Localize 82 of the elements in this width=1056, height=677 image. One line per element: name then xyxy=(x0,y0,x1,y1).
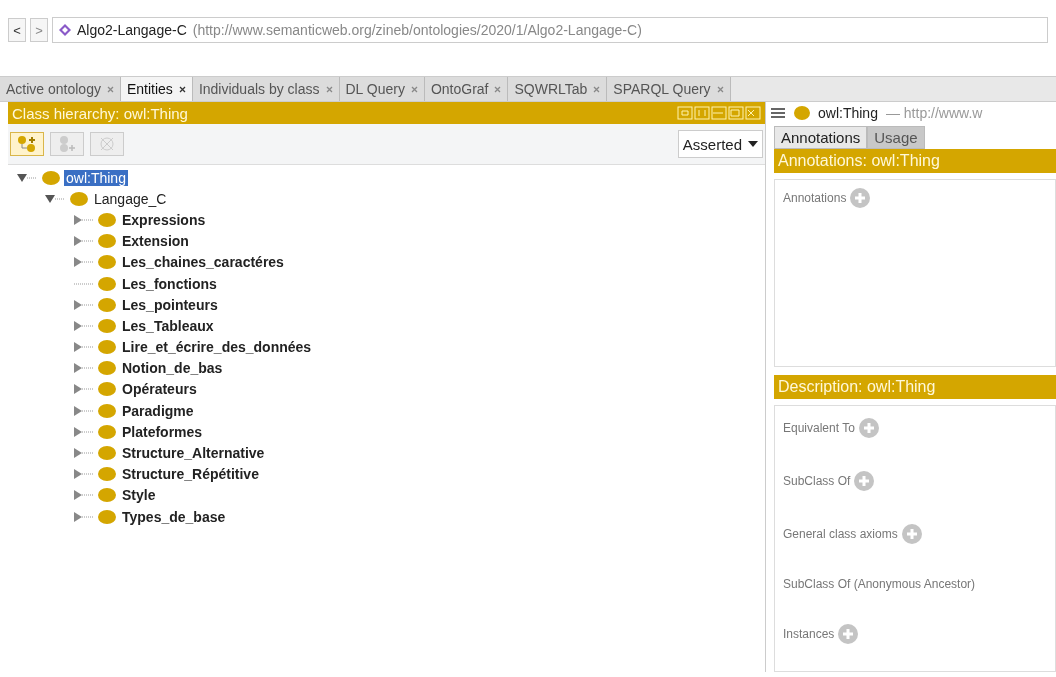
class-icon xyxy=(98,234,116,249)
expand-icon[interactable] xyxy=(72,256,94,269)
tree-item[interactable]: Expressions xyxy=(120,211,208,228)
tree-item[interactable]: Notion_de_bas xyxy=(120,360,225,377)
tab[interactable]: Individuals by class xyxy=(192,77,340,101)
caret-icon xyxy=(748,141,758,147)
menu-icon[interactable] xyxy=(770,107,786,119)
expand-icon[interactable] xyxy=(72,213,94,226)
class-icon xyxy=(98,509,116,524)
tab[interactable]: SPARQL Query xyxy=(607,77,731,101)
tree-item[interactable]: Extension xyxy=(120,233,191,250)
tree-item[interactable]: Les_fonctions xyxy=(120,275,219,292)
expand-icon[interactable] xyxy=(72,319,94,332)
expand-icon[interactable] xyxy=(72,341,94,354)
expand-icon[interactable] xyxy=(72,447,94,460)
tree-item[interactable]: Langage_C xyxy=(92,190,169,207)
back-button[interactable]: < xyxy=(8,18,26,42)
class-icon xyxy=(98,276,116,291)
tree-item[interactable]: Style xyxy=(120,487,158,504)
class-icon xyxy=(98,403,116,418)
tree-item[interactable]: Structure_Répétitive xyxy=(120,466,261,483)
class-icon xyxy=(98,446,116,461)
class-icon xyxy=(98,424,116,439)
expand-icon[interactable] xyxy=(72,510,94,523)
entity-iri: — http://www.w xyxy=(885,105,983,121)
tree-item[interactable]: Les_pointeurs xyxy=(120,296,220,313)
ontology-iri: (http://www.semanticweb.org/zineb/ontologies/2020/1/Algo2-Langage-C) xyxy=(192,22,642,38)
tree-item[interactable]: owl:Thing xyxy=(64,169,128,186)
tab[interactable]: Entities xyxy=(120,77,193,101)
tree-item[interactable]: Les_Tableaux xyxy=(120,317,216,334)
section-label: SubClass Of xyxy=(783,474,851,488)
ontology-name: Algo2-Langage-C xyxy=(77,22,187,38)
expand-icon[interactable] xyxy=(72,298,94,311)
expand-icon[interactable] xyxy=(72,425,94,438)
expand-icon[interactable] xyxy=(72,235,94,248)
delete-icon xyxy=(98,135,116,153)
entity-name: owl:Thing xyxy=(818,105,878,121)
tree-item[interactable]: Les_chaines_caractéres xyxy=(120,254,286,271)
section-label: SubClass Of (Anonymous Ancestor) xyxy=(783,577,976,591)
tab[interactable]: Usage xyxy=(867,126,925,149)
class-icon xyxy=(98,361,116,376)
class-icon xyxy=(98,318,116,333)
collapse-icon[interactable] xyxy=(44,192,66,205)
expand-icon[interactable] xyxy=(72,468,94,481)
section-title: Annotations: owl:Thing xyxy=(778,152,940,170)
expand-icon[interactable] xyxy=(72,362,94,375)
class-icon xyxy=(98,340,116,355)
class-icon xyxy=(98,212,116,227)
class-icon xyxy=(98,382,116,397)
hierarchy-mode-dropdown[interactable]: Asserted xyxy=(677,130,763,158)
ontology-icon xyxy=(59,24,71,36)
section-label: Equivalent To xyxy=(783,421,855,435)
expand-icon[interactable] xyxy=(72,383,94,396)
close-icon[interactable] xyxy=(178,85,186,93)
tab[interactable]: DL Query xyxy=(339,77,425,101)
class-icon xyxy=(794,106,810,120)
tree-item[interactable]: Opérateurs xyxy=(120,381,199,398)
tab[interactable]: Annotations xyxy=(774,126,868,149)
tab[interactable]: OntoGraf xyxy=(424,77,509,101)
add-subclass-button[interactable] xyxy=(10,132,44,156)
collapse-icon[interactable] xyxy=(16,171,38,184)
tree-item[interactable]: Plateformes xyxy=(120,423,205,440)
class-icon xyxy=(70,191,88,206)
section-label: Instances xyxy=(783,627,835,641)
tree-item[interactable]: Types_de_base xyxy=(120,508,228,525)
class-icon xyxy=(98,467,116,482)
tree-item[interactable]: Lire_et_écrire_des_données xyxy=(120,339,314,356)
expand-icon[interactable] xyxy=(72,489,94,502)
section-label: Annotations xyxy=(783,191,847,205)
panel-title: Class hierarchy: owl:Thing xyxy=(12,104,188,122)
class-icon xyxy=(98,255,116,270)
class-icon xyxy=(98,297,116,312)
tree-item[interactable]: Paradigme xyxy=(120,402,196,419)
section-label: General class axioms xyxy=(783,527,898,541)
section-title: Description: owl:Thing xyxy=(778,378,936,396)
class-icon xyxy=(98,488,116,503)
class-icon xyxy=(42,170,60,185)
expand-icon[interactable] xyxy=(72,404,94,417)
tab[interactable]: SQWRLTab xyxy=(508,77,608,101)
tab[interactable]: Active ontology xyxy=(0,77,121,101)
tree-item[interactable]: Structure_Alternative xyxy=(120,445,267,462)
add-subclass-icon xyxy=(16,135,38,153)
